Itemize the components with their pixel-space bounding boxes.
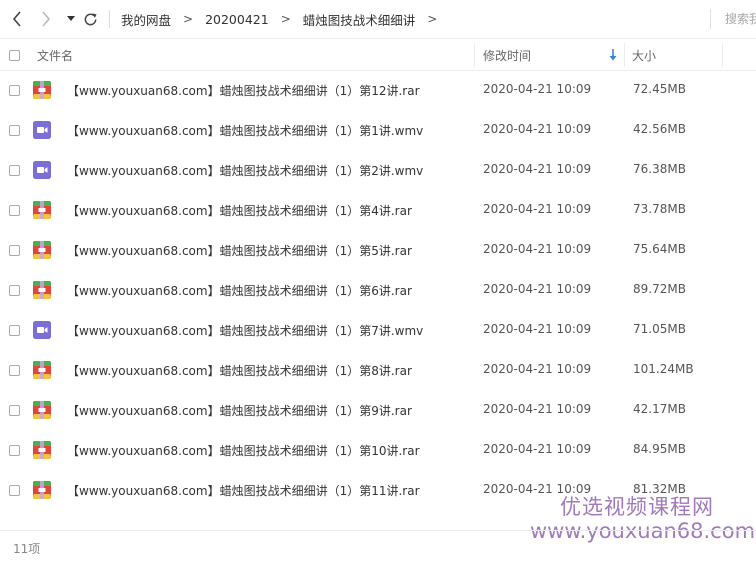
file-name[interactable]: 【www.youxuan68.com】蜡烛图技战术细细讲（1）第1讲.wmv (67, 122, 423, 139)
file-name[interactable]: 【www.youxuan68.com】蜡烛图技战术细细讲（1）第10讲.rar (67, 442, 420, 459)
file-size: 42.17MB (633, 402, 686, 416)
file-row[interactable]: 【www.youxuan68.com】蜡烛图技战术细细讲（1）第7讲.wmv 20… (0, 311, 756, 351)
search-box[interactable] (710, 9, 756, 29)
file-row-checkbox[interactable] (9, 325, 20, 336)
archive-file-icon (33, 81, 51, 99)
chevron-left-icon (12, 11, 21, 27)
forward-button[interactable] (37, 9, 55, 29)
breadcrumb-item-root[interactable]: 我的网盘 (121, 10, 171, 29)
archive-file-icon (33, 361, 51, 379)
archive-file-icon (33, 481, 51, 499)
file-modified-time: 2020-04-21 10:09 (483, 362, 592, 376)
breadcrumb-separator: > (280, 12, 291, 26)
file-name[interactable]: 【www.youxuan68.com】蜡烛图技战术细细讲（1）第11讲.rar (67, 482, 420, 499)
status-footer: 11项 (0, 530, 756, 563)
file-row-checkbox[interactable] (9, 165, 20, 176)
file-row[interactable]: 【www.youxuan68.com】蜡烛图技战术细细讲（1）第8讲.rar 20… (0, 351, 756, 391)
archive-file-icon (33, 441, 51, 459)
chevron-right-icon (42, 11, 51, 27)
history-dropdown-button[interactable] (62, 9, 80, 29)
file-modified-time: 2020-04-21 10:09 (483, 282, 592, 296)
file-row-checkbox[interactable] (9, 245, 20, 256)
file-row[interactable]: 【www.youxuan68.com】蜡烛图技战术细细讲（1）第2讲.wmv 20… (0, 151, 756, 191)
file-name[interactable]: 【www.youxuan68.com】蜡烛图技战术细细讲（1）第9讲.rar (67, 402, 412, 419)
item-count: 11项 (13, 542, 41, 556)
breadcrumb-separator: > (427, 12, 438, 26)
watermark-site-name: 优选视频课程网 (560, 495, 714, 519)
file-name[interactable]: 【www.youxuan68.com】蜡烛图技战术细细讲（1）第7讲.wmv (67, 322, 423, 339)
file-size: 101.24MB (633, 362, 694, 376)
file-row[interactable]: 【www.youxuan68.com】蜡烛图技战术细细讲（1）第9讲.rar 20… (0, 391, 756, 431)
video-file-icon (33, 161, 51, 179)
file-row-checkbox[interactable] (9, 365, 20, 376)
file-size: 84.95MB (633, 442, 686, 456)
file-size: 75.64MB (633, 242, 686, 256)
file-name[interactable]: 【www.youxuan68.com】蜡烛图技战术细细讲（1）第5讲.rar (67, 242, 412, 259)
breadcrumb-item-date-folder[interactable]: 20200421 (205, 12, 269, 27)
sort-down-arrow-icon[interactable] (608, 48, 618, 62)
breadcrumb-separator: > (183, 12, 194, 26)
file-row-checkbox[interactable] (9, 445, 20, 456)
file-row[interactable]: 【www.youxuan68.com】蜡烛图技战术细细讲（1）第1讲.wmv 20… (0, 111, 756, 151)
file-size: 72.45MB (633, 82, 686, 96)
archive-file-icon (33, 281, 51, 299)
file-row-checkbox[interactable] (9, 405, 20, 416)
file-modified-time: 2020-04-21 10:09 (483, 322, 592, 336)
file-size: 89.72MB (633, 282, 686, 296)
file-size: 42.56MB (633, 122, 686, 136)
file-name[interactable]: 【www.youxuan68.com】蜡烛图技战术细细讲（1）第6讲.rar (67, 282, 412, 299)
video-file-icon (33, 121, 51, 139)
file-size: 73.78MB (633, 202, 686, 216)
file-modified-time: 2020-04-21 10:09 (483, 162, 592, 176)
file-row[interactable]: 【www.youxuan68.com】蜡烛图技战术细细讲（1）第6讲.rar 20… (0, 271, 756, 311)
file-row-checkbox[interactable] (9, 485, 20, 496)
file-size: 76.38MB (633, 162, 686, 176)
file-row[interactable]: 【www.youxuan68.com】蜡烛图技战术细细讲（1）第12讲.rar 2… (0, 71, 756, 111)
file-modified-time: 2020-04-21 10:09 (483, 402, 592, 416)
file-row-checkbox[interactable] (9, 285, 20, 296)
file-modified-time: 2020-04-21 10:09 (483, 202, 592, 216)
file-name[interactable]: 【www.youxuan68.com】蜡烛图技战术细细讲（1）第12讲.rar (67, 82, 420, 99)
file-name[interactable]: 【www.youxuan68.com】蜡烛图技战术细细讲（1）第8讲.rar (67, 362, 412, 379)
search-input[interactable] (725, 12, 756, 26)
file-row[interactable]: 【www.youxuan68.com】蜡烛图技战术细细讲（1）第10讲.rar 2… (0, 431, 756, 471)
video-file-icon (33, 321, 51, 339)
refresh-icon (84, 12, 97, 25)
file-list-header: 文件名 修改时间 大小 (0, 38, 756, 71)
top-navigation-bar: 我的网盘 > 20200421 > 蜡烛图技战术细细讲 > (0, 0, 756, 38)
archive-file-icon (33, 401, 51, 419)
column-header-size[interactable]: 大小 (632, 47, 656, 64)
breadcrumb-item-current-folder[interactable]: 蜡烛图技战术细细讲 (303, 10, 416, 29)
file-modified-time: 2020-04-21 10:09 (483, 82, 592, 96)
column-divider[interactable] (474, 43, 475, 67)
column-divider[interactable] (624, 43, 625, 67)
file-row-checkbox[interactable] (9, 205, 20, 216)
column-header-name[interactable]: 文件名 (37, 47, 73, 64)
file-row-checkbox[interactable] (9, 85, 20, 96)
nav-divider (109, 10, 110, 28)
file-modified-time: 2020-04-21 10:09 (483, 242, 592, 256)
file-size: 71.05MB (633, 322, 686, 336)
file-name[interactable]: 【www.youxuan68.com】蜡烛图技战术细细讲（1）第2讲.wmv (67, 162, 423, 179)
back-button[interactable] (8, 9, 26, 29)
file-row-checkbox[interactable] (9, 125, 20, 136)
file-modified-time: 2020-04-21 10:09 (483, 442, 592, 456)
caret-down-icon (67, 16, 75, 21)
archive-file-icon (33, 241, 51, 259)
archive-file-icon (33, 201, 51, 219)
file-name[interactable]: 【www.youxuan68.com】蜡烛图技战术细细讲（1）第4讲.rar (67, 202, 412, 219)
column-divider[interactable] (722, 43, 723, 67)
file-row[interactable]: 【www.youxuan68.com】蜡烛图技战术细细讲（1）第5讲.rar 20… (0, 231, 756, 271)
file-row[interactable]: 【www.youxuan68.com】蜡烛图技战术细细讲（1）第4讲.rar 20… (0, 191, 756, 231)
select-all-checkbox[interactable] (9, 50, 20, 61)
breadcrumb: 我的网盘 > 20200421 > 蜡烛图技战术细细讲 > (121, 10, 449, 28)
refresh-button[interactable] (81, 9, 99, 29)
file-modified-time: 2020-04-21 10:09 (483, 122, 592, 136)
column-header-modified-time[interactable]: 修改时间 (483, 47, 531, 64)
